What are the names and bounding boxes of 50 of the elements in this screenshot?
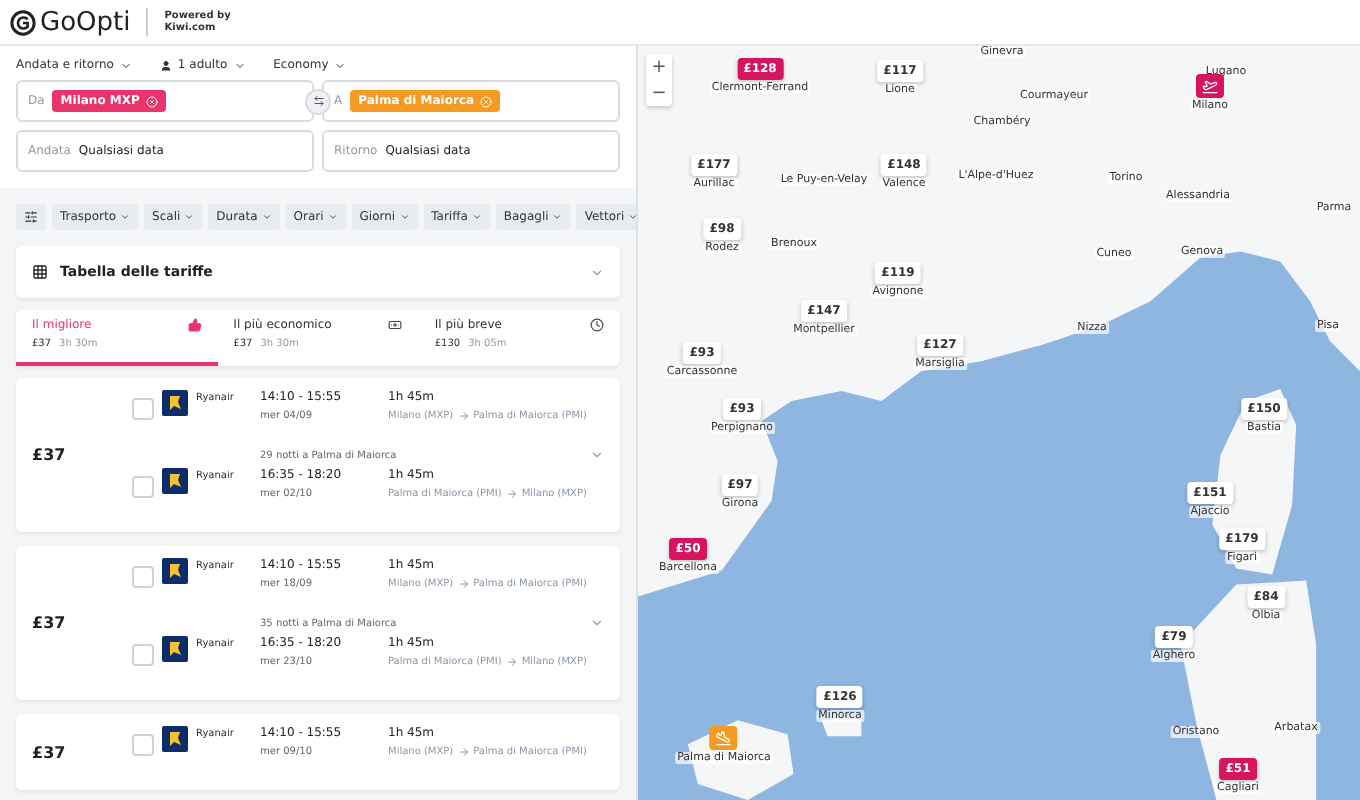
chevron-down-icon[interactable] [590, 448, 604, 462]
airline-logo-icon [162, 558, 188, 584]
arrow-right-icon [505, 488, 518, 500]
thumbs-up-icon [187, 318, 202, 332]
arrow-right-icon [505, 656, 518, 668]
chevron-down-icon [233, 59, 246, 71]
airline-logo-icon [162, 390, 188, 416]
arrow-right-icon [457, 410, 470, 422]
grid-icon [32, 264, 48, 280]
banknote-icon [388, 318, 403, 332]
sliders-icon [24, 210, 38, 224]
chevron-down-icon [261, 212, 272, 222]
chevron-down-icon[interactable] [590, 616, 604, 630]
chevron-down-icon [471, 212, 482, 222]
zoom-out-button[interactable]: − [646, 80, 672, 106]
arrow-right-icon [457, 746, 470, 758]
chevron-down-icon [590, 265, 604, 279]
map[interactable] [638, 46, 1360, 800]
airline-logo-icon [162, 468, 188, 494]
chevron-down-icon [399, 212, 410, 222]
origin-marker[interactable] [1196, 74, 1224, 98]
remove-icon[interactable] [145, 95, 158, 107]
chevron-down-icon [119, 59, 132, 71]
remove-icon[interactable] [480, 95, 493, 107]
airline-logo-icon [162, 726, 188, 752]
airline-logo-icon [162, 636, 188, 662]
result-price: £37 [32, 743, 66, 761]
arrow-right-icon [457, 578, 470, 590]
filter-settings-button[interactable] [16, 204, 46, 230]
leg-checkbox[interactable] [132, 644, 154, 666]
leg-checkbox[interactable] [132, 566, 154, 588]
plane-landing-icon [716, 730, 732, 746]
leg-checkbox[interactable] [132, 398, 154, 420]
chevron-down-icon [334, 59, 347, 71]
logo-icon [10, 9, 36, 35]
clock-icon [590, 318, 605, 332]
result-price: £37 [32, 614, 66, 632]
leg-checkbox[interactable] [132, 476, 154, 498]
chevron-down-icon [327, 212, 338, 222]
result-price: £37 [32, 446, 66, 464]
leg-checkbox[interactable] [132, 734, 154, 756]
destination-marker[interactable] [710, 726, 738, 750]
swap-icon [312, 95, 324, 107]
person-icon [159, 59, 172, 71]
logo-text: GoOpti [40, 7, 131, 37]
chevron-down-icon [120, 212, 131, 222]
zoom-in-button[interactable]: + [646, 54, 672, 80]
plane-takeoff-icon [1202, 78, 1218, 94]
chevron-down-icon [184, 212, 195, 222]
chevron-down-icon [552, 212, 563, 222]
